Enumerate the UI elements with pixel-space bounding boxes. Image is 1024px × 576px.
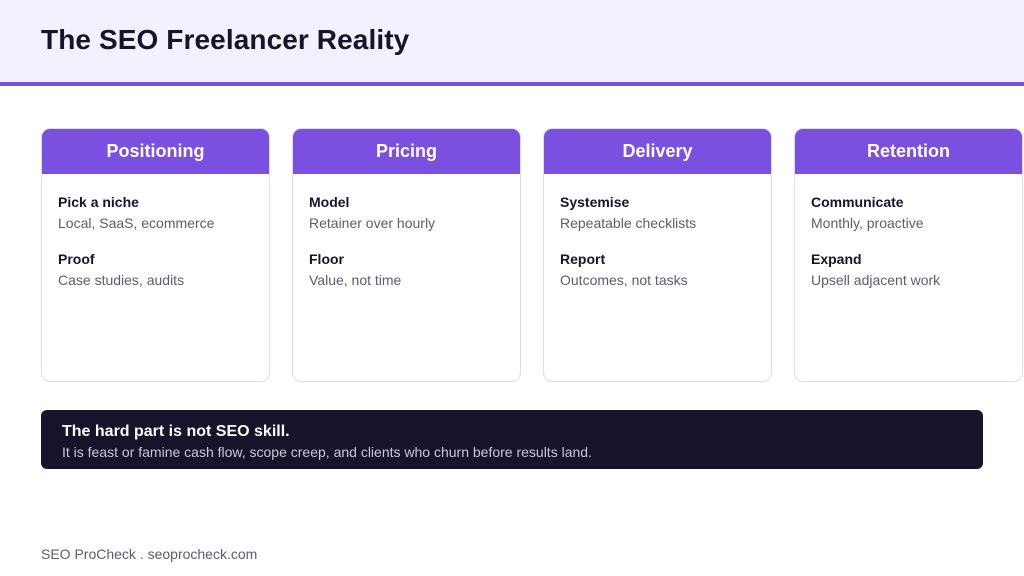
card-item: Floor Value, not time <box>309 251 504 288</box>
card-positioning: Positioning Pick a niche Local, SaaS, ec… <box>41 128 270 382</box>
card-item: Communicate Monthly, proactive <box>811 194 1006 231</box>
card-delivery: Delivery Systemise Repeatable checklists… <box>543 128 772 382</box>
callout-banner: The hard part is not SEO skill. It is fe… <box>41 410 983 469</box>
card-pricing: Pricing Model Retainer over hourly Floor… <box>292 128 521 382</box>
item-label: Pick a niche <box>58 194 139 210</box>
item-label: Communicate <box>811 194 904 210</box>
item-label: Floor <box>309 251 344 267</box>
card-item: Pick a niche Local, SaaS, ecommerce <box>58 194 253 231</box>
item-text: Local, SaaS, ecommerce <box>58 215 215 231</box>
item-label: Expand <box>811 251 862 267</box>
item-text: Case studies, audits <box>58 272 185 288</box>
card-item: Proof Case studies, audits <box>58 251 253 288</box>
card-item: Expand Upsell adjacent work <box>811 251 1006 288</box>
item-label: Proof <box>58 251 95 267</box>
item-label: Model <box>309 194 350 210</box>
banner-title: The hard part is not SEO skill. <box>62 423 290 440</box>
card-title: Pricing <box>293 129 520 174</box>
page-title: The SEO Freelancer Reality <box>41 24 410 55</box>
item-text: Retainer over hourly <box>309 215 436 231</box>
card-item: Report Outcomes, not tasks <box>560 251 755 288</box>
item-text: Outcomes, not tasks <box>560 272 688 288</box>
card-title: Retention <box>795 129 1022 174</box>
footer-credit: SEO ProCheck . seoprocheck.com <box>41 546 258 562</box>
item-label: Report <box>560 251 606 267</box>
item-text: Upsell adjacent work <box>811 272 941 288</box>
banner-text: It is feast or famine cash flow, scope c… <box>62 444 592 460</box>
item-text: Value, not time <box>309 272 402 288</box>
card-item: Systemise Repeatable checklists <box>560 194 755 231</box>
card-retention: Retention Communicate Monthly, proactive… <box>794 128 1023 382</box>
card-item: Model Retainer over hourly <box>309 194 504 231</box>
item-text: Monthly, proactive <box>811 215 924 231</box>
card-title: Positioning <box>42 129 269 174</box>
header-bar: The SEO Freelancer Reality <box>0 0 1024 86</box>
item-label: Systemise <box>560 194 630 210</box>
item-text: Repeatable checklists <box>560 215 697 231</box>
card-title: Delivery <box>544 129 771 174</box>
